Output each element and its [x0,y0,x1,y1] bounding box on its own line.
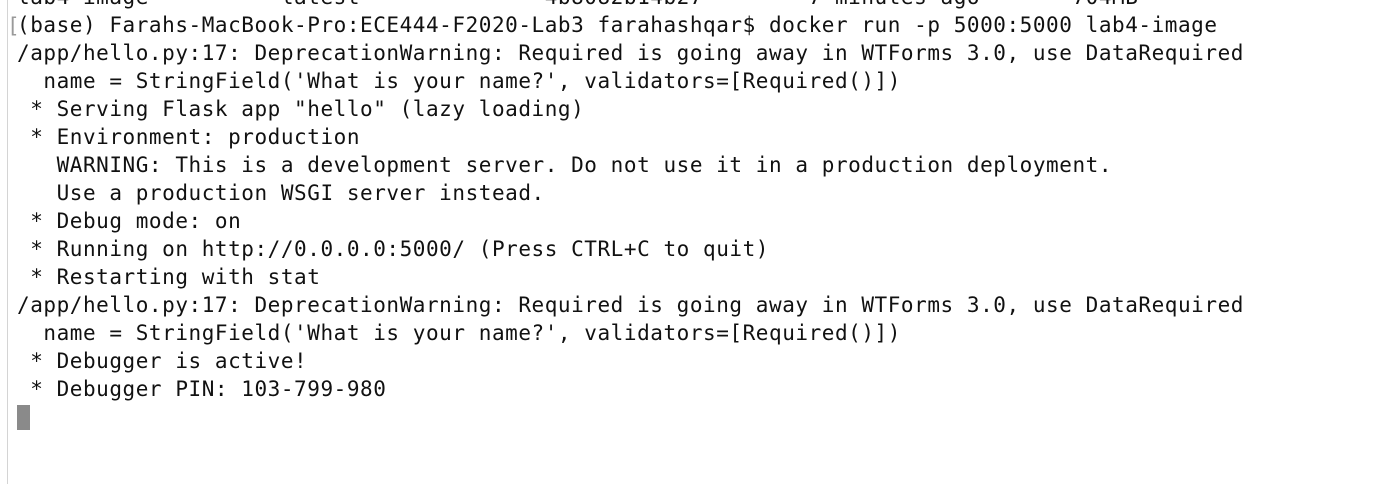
output-line-image-list: lab4-image latest 4b8082b14b27 7 minutes… [17,0,1244,11]
output-line-deprecation-warning: /app/hello.py:17: DeprecationWarning: Re… [17,41,1244,65]
output-line-source-code: name = StringField('What is your name?',… [17,69,901,93]
output-line-debug-mode: * Debug mode: on [17,209,242,233]
text-cursor [17,405,30,430]
terminal-window[interactable]: [ lab4-image latest 4b8082b14b27 7 minut… [0,0,1390,484]
output-line-source-code: name = StringField('What is your name?',… [17,321,901,345]
cursor-line[interactable] [17,403,1244,431]
terminal-output: lab4-image latest 4b8082b14b27 7 minutes… [17,0,1244,431]
output-line-dev-server-warning: WARNING: This is a development server. D… [17,153,1113,177]
output-line-debugger-pin: * Debugger PIN: 103-799-980 [17,377,387,401]
output-line-running-on: * Running on http://0.0.0.0:5000/ (Press… [17,237,770,261]
output-line-wsgi-advice: Use a production WSGI server instead. [17,181,545,205]
output-line-command-prompt: (base) Farahs-MacBook-Pro:ECE444-F2020-L… [17,13,1218,37]
output-line-restarting: * Restarting with stat [17,265,321,289]
output-line-serving-flask: * Serving Flask app "hello" (lazy loadin… [17,97,585,121]
output-line-deprecation-warning: /app/hello.py:17: DeprecationWarning: Re… [17,293,1244,317]
output-line-environment: * Environment: production [17,125,361,149]
terminal-left-border [7,0,8,484]
output-line-debugger-active: * Debugger is active! [17,349,308,373]
